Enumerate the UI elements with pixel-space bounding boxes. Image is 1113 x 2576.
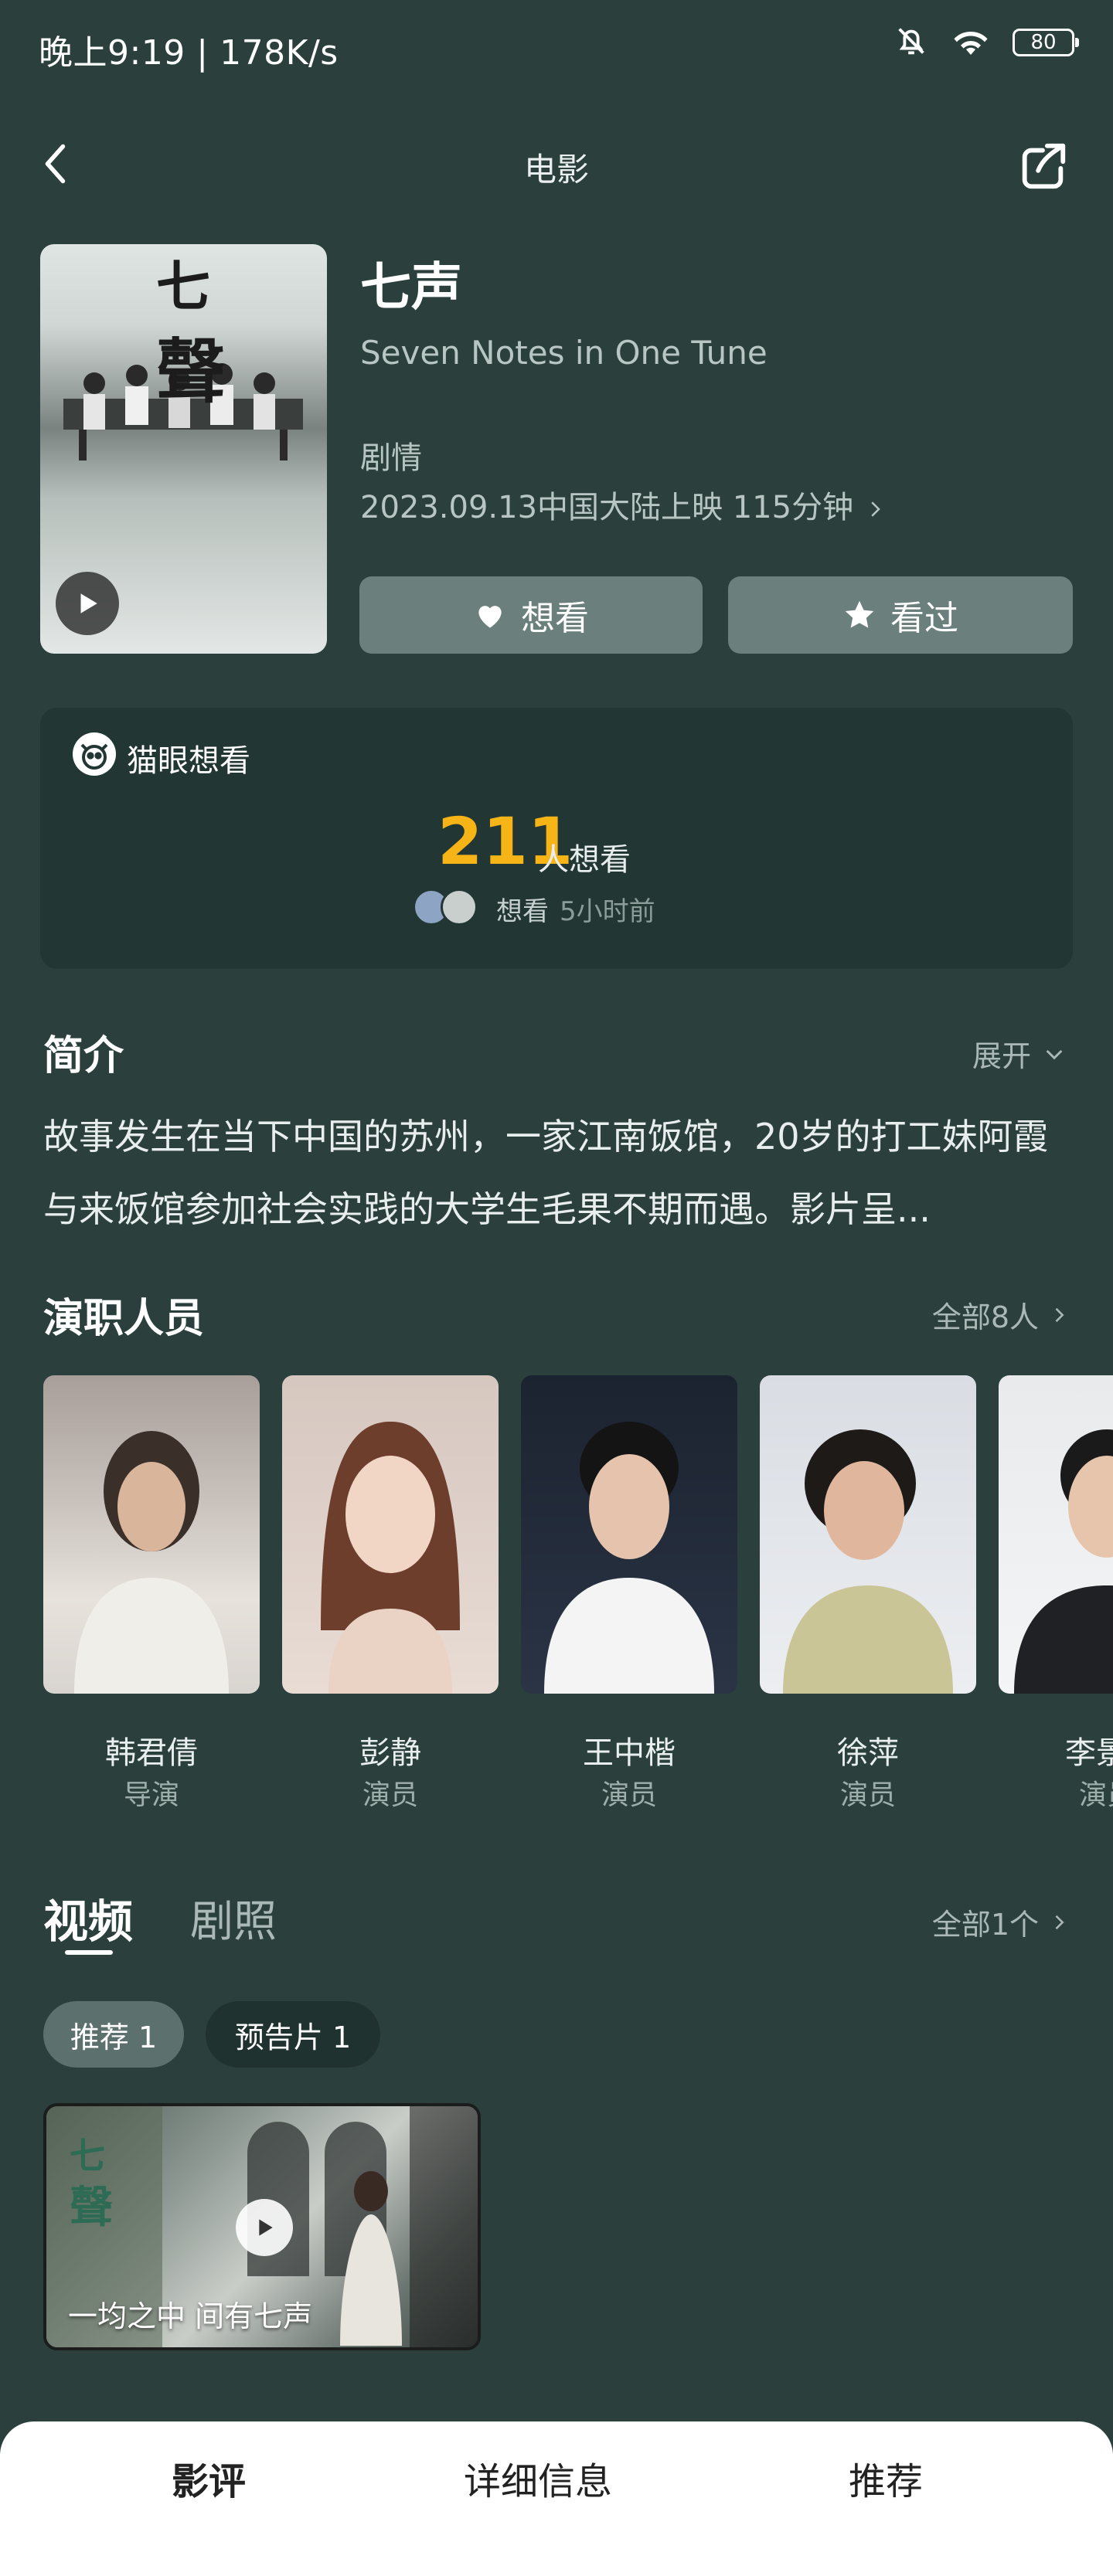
cast-name: 韩君倩 xyxy=(105,1735,198,1771)
cast-role: 演员 xyxy=(839,1779,896,1811)
bottom-tab-details[interactable]: 详细信息 xyxy=(464,2451,612,2505)
tab-active-indicator xyxy=(65,1950,113,1955)
expand-label: 展开 xyxy=(972,1039,1031,1073)
want-count-label: 人想看 xyxy=(538,842,631,878)
maoyan-label: 猫眼想看 xyxy=(127,743,250,779)
bottom-tab-recommend[interactable]: 推荐 xyxy=(849,2451,923,2505)
play-icon[interactable] xyxy=(236,2199,293,2256)
share-button[interactable] xyxy=(1016,139,1070,193)
wifi-icon xyxy=(949,23,992,62)
cast-name: 王中楷 xyxy=(583,1735,676,1771)
video-caption: 一均之中 间有七声 xyxy=(68,2299,313,2333)
user-avatars xyxy=(413,889,490,926)
activity-label: 想看 xyxy=(496,896,549,927)
tab-stills[interactable]: 剧照 xyxy=(190,1887,277,1949)
share-icon xyxy=(1022,143,1066,189)
cast-photo[interactable] xyxy=(760,1375,976,1694)
want-label: 想看 xyxy=(521,599,589,638)
cast-all-label: 全部8人 xyxy=(931,1300,1039,1334)
cast-photo[interactable] xyxy=(521,1375,737,1694)
cast-all-button[interactable]: 全部8人 xyxy=(932,1293,1070,1336)
movie-poster[interactable]: 七 聲 xyxy=(40,244,327,654)
want-to-watch-button[interactable]: 想看 xyxy=(359,576,703,654)
watched-button[interactable]: 看过 xyxy=(728,576,1073,654)
video-thumbnail[interactable]: 七 聲 一均之中 间有七声 xyxy=(43,2103,481,2350)
cast-photo[interactable] xyxy=(43,1375,260,1694)
seen-label: 看过 xyxy=(890,599,958,638)
svg-text:聲: 聲 xyxy=(70,2182,113,2233)
cast-role: 演员 xyxy=(362,1779,418,1811)
video-all-button[interactable]: 全部1个 xyxy=(932,1901,1070,1943)
star-icon xyxy=(845,600,874,628)
movie-genre: 剧情 xyxy=(360,440,422,476)
cast-photo[interactable] xyxy=(999,1375,1113,1694)
movie-english-title: Seven Notes in One Tune xyxy=(360,334,768,372)
mute-bell-icon xyxy=(893,23,929,62)
cast-title: 演职人员 xyxy=(43,1296,205,1342)
heart-icon xyxy=(478,606,502,628)
cast-name: 徐萍 xyxy=(837,1735,899,1771)
chip-trailer[interactable]: 预告片 1 xyxy=(206,2001,380,2068)
intro-text: 故事发生在当下中国的苏州，一家江南饭馆，20岁的打工妹阿霞与来饭馆参加社会实践的… xyxy=(43,1116,1049,1230)
chevron-right-icon xyxy=(871,501,880,517)
movie-release-info[interactable]: 2023.09.13中国大陆上映 115分钟 xyxy=(360,482,887,527)
maoyan-cat-icon xyxy=(73,732,116,776)
poster-calligraphy: 聲 xyxy=(156,331,226,413)
status-icons: 80 xyxy=(893,23,1079,62)
chevron-down-icon xyxy=(1046,1049,1063,1059)
cast-name: 彭静 xyxy=(359,1735,421,1771)
status-time: 晚上9:19 | 178K/s xyxy=(39,33,339,73)
page-title: 电影 xyxy=(523,151,589,189)
chip-recommend[interactable]: 推荐 1 xyxy=(43,2001,184,2068)
intro-title: 简介 xyxy=(43,1033,124,1079)
cast-role: 导演 xyxy=(123,1779,179,1811)
activity-time: 5小时前 xyxy=(560,896,655,927)
battery-icon: 80 xyxy=(1013,29,1079,56)
svg-text:七: 七 xyxy=(70,2135,105,2177)
video-all-label: 全部1个 xyxy=(931,1908,1039,1942)
movie-title: 七声 xyxy=(360,257,462,317)
cast-name: 李景 xyxy=(1065,1735,1113,1771)
play-icon[interactable] xyxy=(56,572,119,635)
tab-video[interactable]: 视频 xyxy=(43,1885,133,1950)
chevron-right-icon xyxy=(1055,1915,1064,1929)
cast-photo[interactable] xyxy=(282,1375,499,1694)
cast-role: 演员 xyxy=(601,1779,657,1811)
avatar xyxy=(441,889,478,926)
expand-intro-button[interactable]: 展开 xyxy=(972,1032,1067,1075)
poster-calligraphy: 七 xyxy=(156,254,210,318)
release-text: 2023.09.13中国大陆上映 115分钟 xyxy=(360,490,854,525)
bottom-tab-reviews[interactable]: 影评 xyxy=(172,2451,246,2505)
chevron-right-icon xyxy=(1055,1307,1064,1322)
cast-role: 演员 xyxy=(1079,1779,1113,1811)
